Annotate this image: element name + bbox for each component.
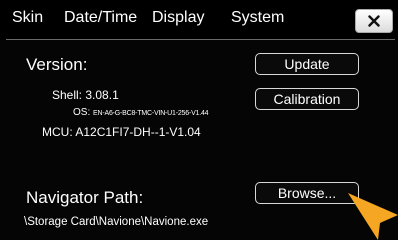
arrow-pointer-icon [348, 193, 398, 240]
tab-system[interactable]: System [231, 9, 284, 27]
tab-display[interactable]: Display [152, 9, 204, 27]
os-value: EN-A6-G-BC8-TMC-VIN-U1-256-V1.44 [93, 110, 209, 117]
version-heading: Version: [26, 55, 88, 74]
mcu-label: MCU: [42, 125, 73, 139]
os-version: OS: EN-A6-G-BC8-TMC-VIN-U1-256-V1.44 [73, 107, 209, 118]
shell-value: 3.08.1 [85, 88, 119, 102]
os-label: OS: [73, 107, 91, 118]
shell-version: Shell: 3.08.1 [52, 88, 119, 102]
close-button[interactable] [355, 9, 393, 33]
close-icon [368, 15, 380, 27]
mcu-version: MCU: A12C1FI7-DH--1-V1.04 [42, 125, 201, 139]
tab-skin[interactable]: Skin [12, 9, 43, 27]
tab-date-time[interactable]: Date/Time [64, 9, 137, 27]
navigator-path-value: \Storage Card\Navione\Navione.exe [24, 216, 209, 228]
navigator-path-heading: Navigator Path: [26, 188, 144, 207]
update-button[interactable]: Update [255, 53, 359, 75]
shell-label: Shell: [52, 88, 83, 102]
mcu-value: A12C1FI7-DH--1-V1.04 [75, 125, 201, 139]
top-menu-bar: Skin Date/Time Display System [0, 0, 398, 36]
calibration-button[interactable]: Calibration [255, 88, 359, 110]
